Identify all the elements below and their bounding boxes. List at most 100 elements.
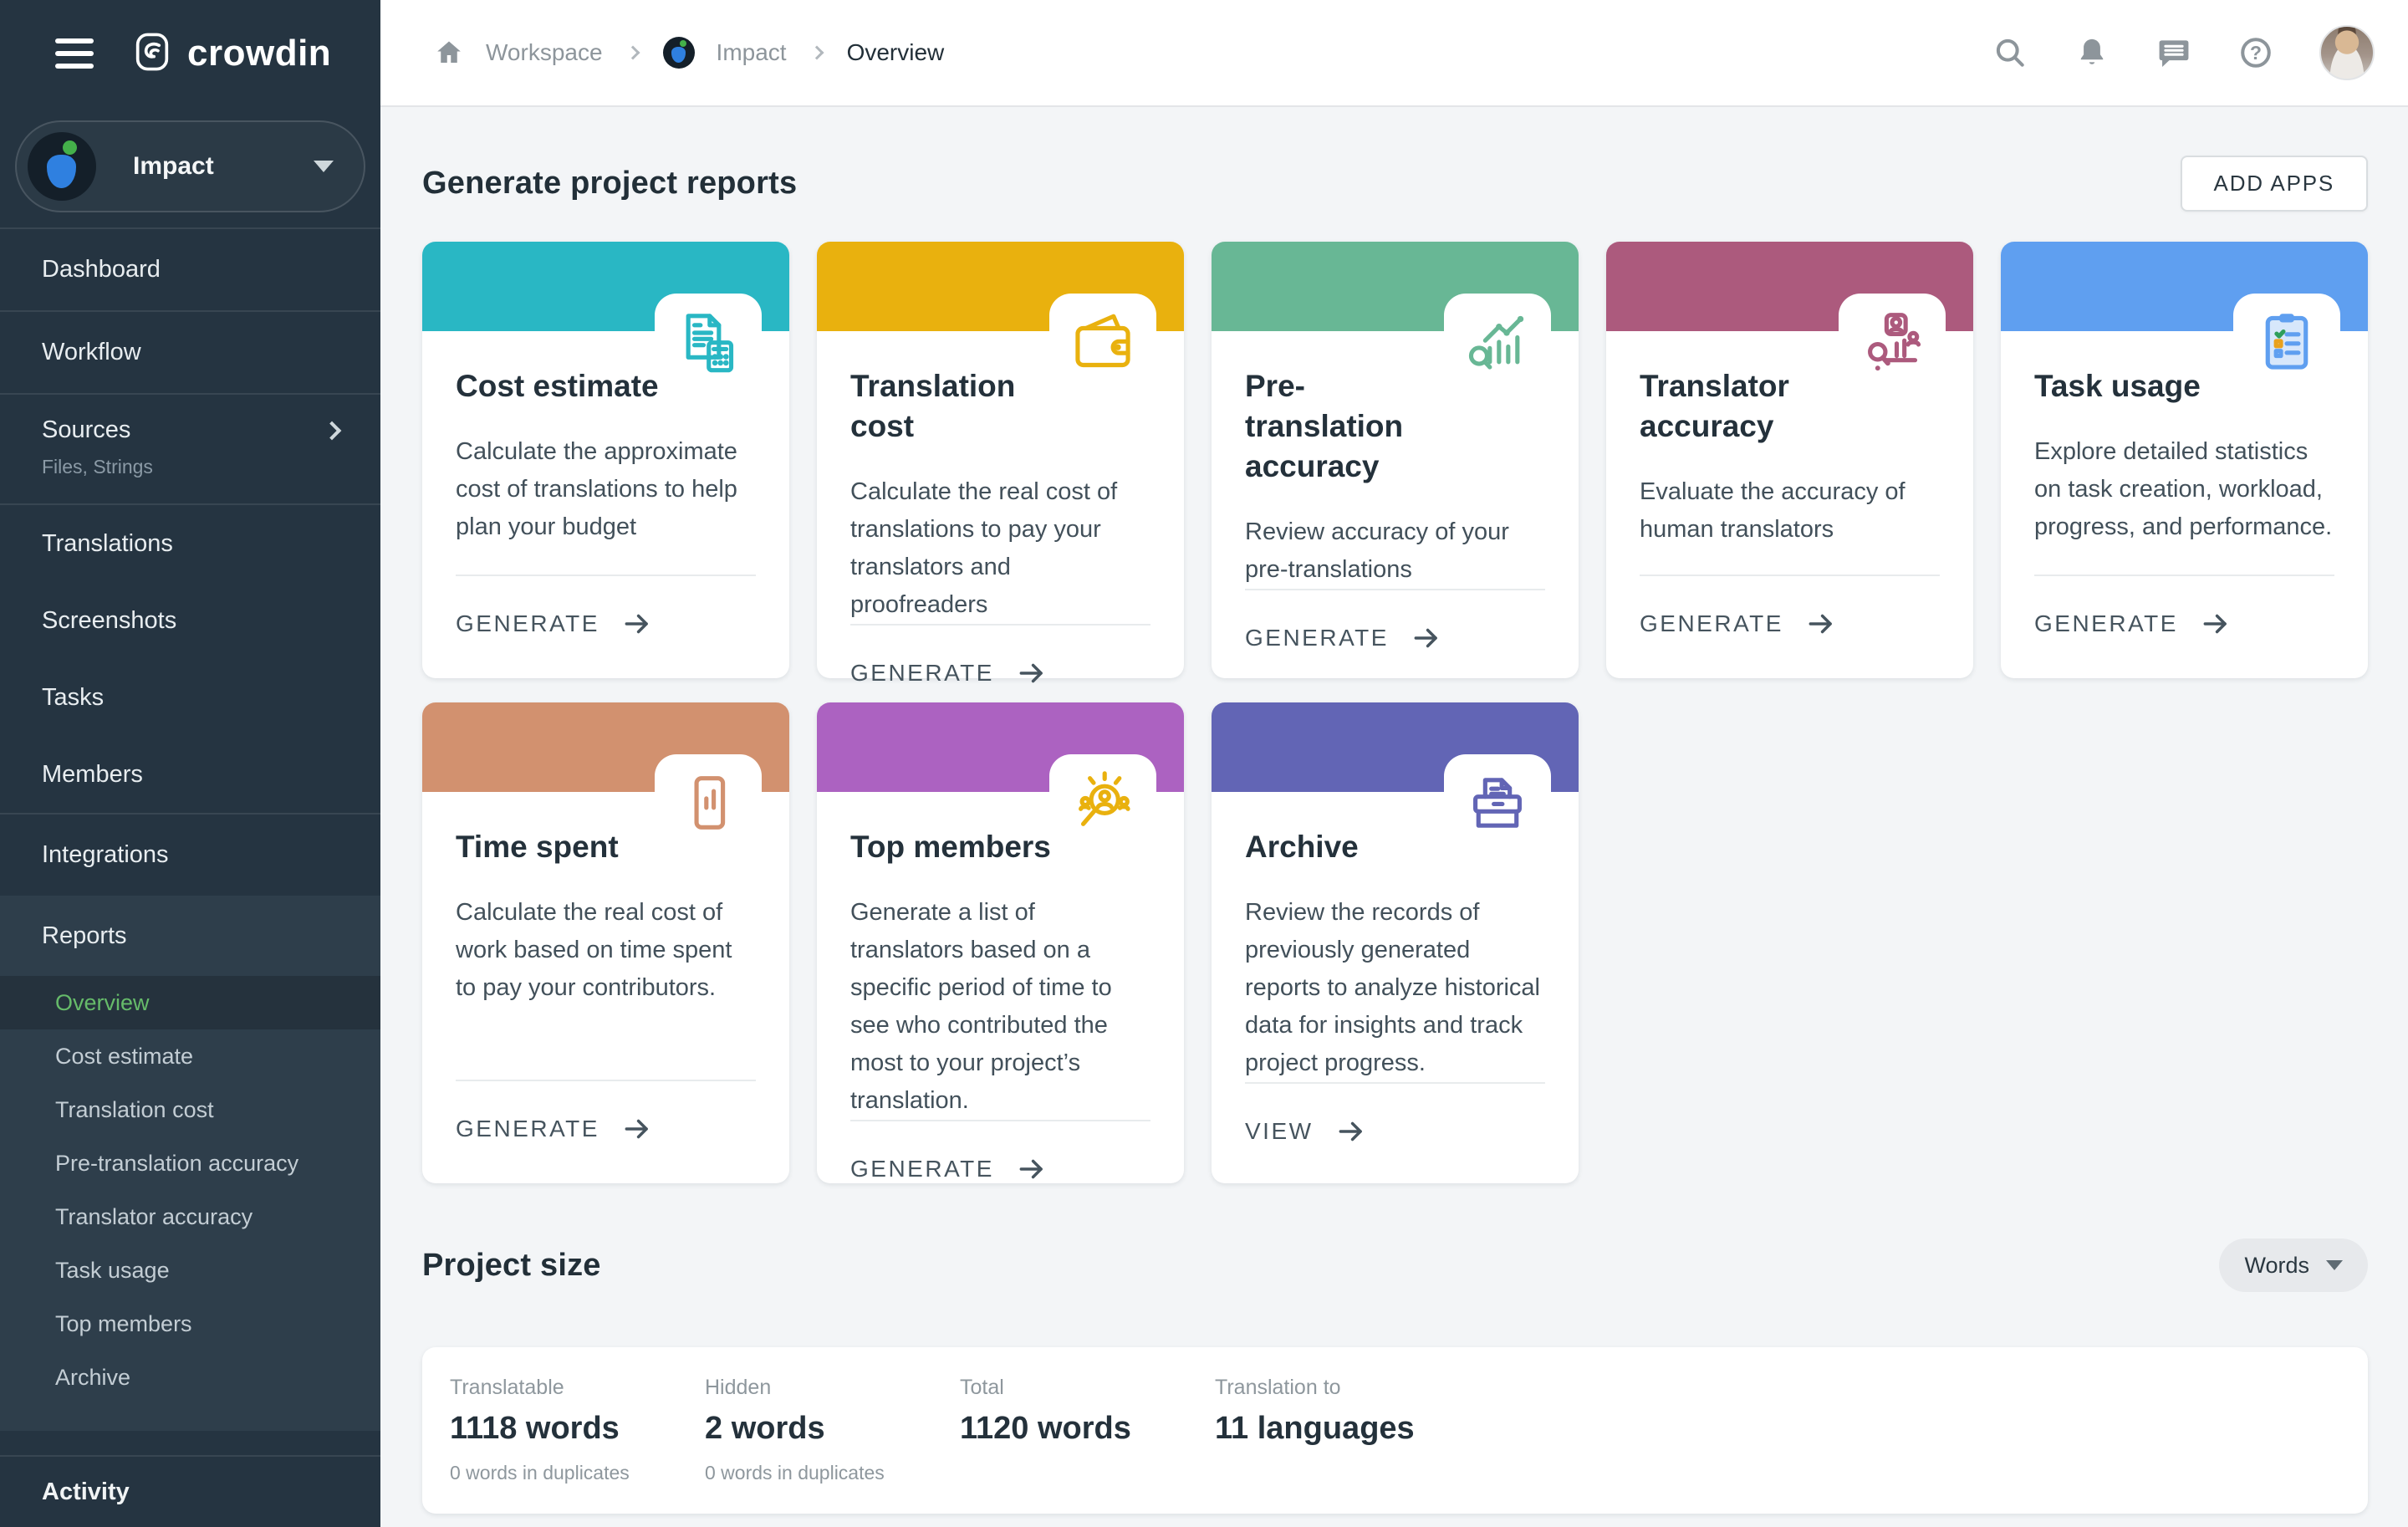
card-archive: Archive Review the records of previously… bbox=[1212, 702, 1579, 1183]
home-icon[interactable] bbox=[434, 38, 464, 68]
chevron-down-icon bbox=[2326, 1260, 2343, 1270]
stat-hidden: Hidden 2 words 0 words in duplicates bbox=[705, 1376, 960, 1485]
arrow-right-icon bbox=[1016, 1153, 1048, 1185]
card-task-usage: Task usage Explore detailed statistics o… bbox=[2001, 242, 2368, 678]
breadcrumb-project[interactable]: Impact bbox=[717, 39, 787, 66]
reports-submenu-overview[interactable]: Overview bbox=[0, 976, 380, 1029]
sidebar-item-members[interactable]: Members bbox=[0, 736, 380, 813]
stat-value: 2 words bbox=[705, 1411, 960, 1447]
reports-submenu-translator-accuracy[interactable]: Translator accuracy bbox=[0, 1190, 380, 1244]
crowdin-logo-icon bbox=[130, 30, 174, 78]
action-label: GENERATE bbox=[456, 1116, 599, 1142]
stat-label: Hidden bbox=[705, 1376, 960, 1401]
breadcrumb-project-avatar bbox=[663, 37, 695, 69]
user-avatar[interactable] bbox=[2319, 25, 2375, 80]
card-translation-cost: Translation cost Calculate the real cost… bbox=[817, 242, 1184, 678]
card-header bbox=[1212, 242, 1579, 331]
units-dropdown[interactable]: Words bbox=[2219, 1238, 2368, 1292]
action-label: GENERATE bbox=[456, 610, 599, 637]
units-dropdown-value: Words bbox=[2244, 1253, 2309, 1279]
sidebar-item-translations[interactable]: Translations bbox=[0, 505, 380, 582]
project-selector[interactable]: Impact bbox=[15, 120, 365, 212]
sidebar-item-workflow[interactable]: Workflow bbox=[0, 312, 380, 393]
reports-submenu-top-members[interactable]: Top members bbox=[0, 1297, 380, 1351]
action-label: GENERATE bbox=[850, 660, 994, 687]
search-icon[interactable] bbox=[1992, 34, 2028, 71]
action-label: VIEW bbox=[1245, 1118, 1314, 1145]
generate-button[interactable]: GENERATE bbox=[1640, 575, 1940, 678]
sidebar-item-label: Sources bbox=[42, 416, 130, 444]
arrow-right-icon bbox=[1805, 608, 1837, 640]
stat-note: 0 words in duplicates bbox=[705, 1462, 960, 1485]
arrow-right-icon bbox=[1411, 622, 1442, 654]
project-size-title: Project size bbox=[422, 1248, 601, 1284]
card-description: Calculate the approximate cost of transl… bbox=[456, 433, 756, 546]
sidebar-item-screenshots[interactable]: Screenshots bbox=[0, 582, 380, 659]
card-header bbox=[2001, 242, 2368, 331]
card-description: Explore detailed statistics on task crea… bbox=[2034, 433, 2334, 546]
card-pre-translation-accuracy: Pre-translation accuracy Review accuracy… bbox=[1212, 242, 1579, 678]
add-apps-button[interactable]: ADD APPS bbox=[2181, 156, 2368, 212]
action-label: GENERATE bbox=[1245, 625, 1389, 651]
reports-submenu-pre-translation-accuracy[interactable]: Pre-translation accuracy bbox=[0, 1136, 380, 1190]
sidebar-item-integrations[interactable]: Integrations bbox=[0, 815, 380, 896]
help-icon[interactable]: ? bbox=[2237, 34, 2274, 71]
project-avatar bbox=[28, 132, 96, 201]
generate-button[interactable]: GENERATE bbox=[2034, 575, 2334, 678]
reports-submenu-cost-estimate[interactable]: Cost estimate bbox=[0, 1029, 380, 1083]
card-header bbox=[1606, 242, 1973, 331]
stat-value: 11 languages bbox=[1215, 1411, 1470, 1447]
chart-magnifier-icon bbox=[1444, 294, 1551, 392]
sidebar-item-reports[interactable]: Reports bbox=[0, 896, 380, 976]
chevron-down-icon bbox=[314, 161, 334, 172]
bell-icon[interactable] bbox=[2074, 34, 2110, 71]
sidebar-item-tasks[interactable]: Tasks bbox=[0, 659, 380, 736]
card-header bbox=[817, 242, 1184, 331]
topbar: Workspace Impact Overview bbox=[380, 0, 2408, 107]
wallet-icon bbox=[1049, 294, 1156, 392]
breadcrumb-workspace[interactable]: Workspace bbox=[486, 39, 603, 66]
crowdin-logo[interactable]: crowdin bbox=[130, 30, 331, 78]
member-search-icon bbox=[1049, 754, 1156, 853]
arrow-right-icon bbox=[1335, 1116, 1367, 1147]
sidebar-item-activity[interactable]: Activity bbox=[0, 1455, 380, 1527]
card-description: Review the records of previously generat… bbox=[1245, 894, 1545, 1082]
sidebar-item-dashboard[interactable]: Dashboard bbox=[0, 229, 380, 310]
stat-label: Translatable bbox=[450, 1376, 705, 1401]
reports-submenu-archive[interactable]: Archive bbox=[0, 1351, 380, 1404]
time-card-icon bbox=[655, 754, 762, 853]
card-description: Calculate the real cost of translations … bbox=[850, 473, 1150, 624]
action-label: GENERATE bbox=[1640, 610, 1783, 637]
card-description: Evaluate the accuracy of human translato… bbox=[1640, 473, 1940, 549]
generate-button[interactable]: GENERATE bbox=[850, 1120, 1150, 1223]
chevron-right-icon bbox=[809, 46, 824, 60]
sidebar-header: crowdin bbox=[0, 0, 380, 107]
generate-button[interactable]: GENERATE bbox=[1245, 589, 1545, 692]
card-translator-accuracy: Translator accuracy Evaluate the accurac… bbox=[1606, 242, 1973, 678]
clipboard-checklist-icon bbox=[2233, 294, 2340, 392]
messages-icon[interactable] bbox=[2155, 34, 2192, 71]
main-content: Generate project reports ADD APPS bbox=[380, 107, 2408, 1527]
report-cards-grid: Cost estimate Calculate the approximate … bbox=[422, 242, 2368, 1183]
reports-submenu-task-usage[interactable]: Task usage bbox=[0, 1244, 380, 1297]
card-header bbox=[422, 242, 789, 331]
arrow-right-icon bbox=[621, 608, 653, 640]
card-top-members: Top members Generate a list of translato… bbox=[817, 702, 1184, 1183]
generate-button[interactable]: GENERATE bbox=[456, 1080, 756, 1183]
chevron-right-icon bbox=[323, 421, 342, 440]
reports-submenu-translation-cost[interactable]: Translation cost bbox=[0, 1083, 380, 1136]
menu-icon[interactable] bbox=[55, 38, 94, 69]
receipt-calculator-icon bbox=[655, 294, 762, 392]
view-button[interactable]: VIEW bbox=[1245, 1082, 1545, 1186]
card-description: Generate a list of translators based on … bbox=[850, 894, 1150, 1120]
card-cost-estimate: Cost estimate Calculate the approximate … bbox=[422, 242, 789, 678]
sidebar-item-sources[interactable]: Sources Files, Strings bbox=[0, 395, 380, 503]
stat-value: 1120 words bbox=[960, 1411, 1215, 1447]
stat-value: 1118 words bbox=[450, 1411, 705, 1447]
stat-note: 0 words in duplicates bbox=[450, 1462, 705, 1485]
topbar-actions: ? bbox=[1992, 25, 2375, 80]
breadcrumb-current-page: Overview bbox=[847, 39, 945, 66]
project-size-stats: Translatable 1118 words 0 words in dupli… bbox=[422, 1347, 2368, 1514]
archive-box-icon bbox=[1444, 754, 1551, 853]
generate-button[interactable]: GENERATE bbox=[456, 575, 756, 678]
